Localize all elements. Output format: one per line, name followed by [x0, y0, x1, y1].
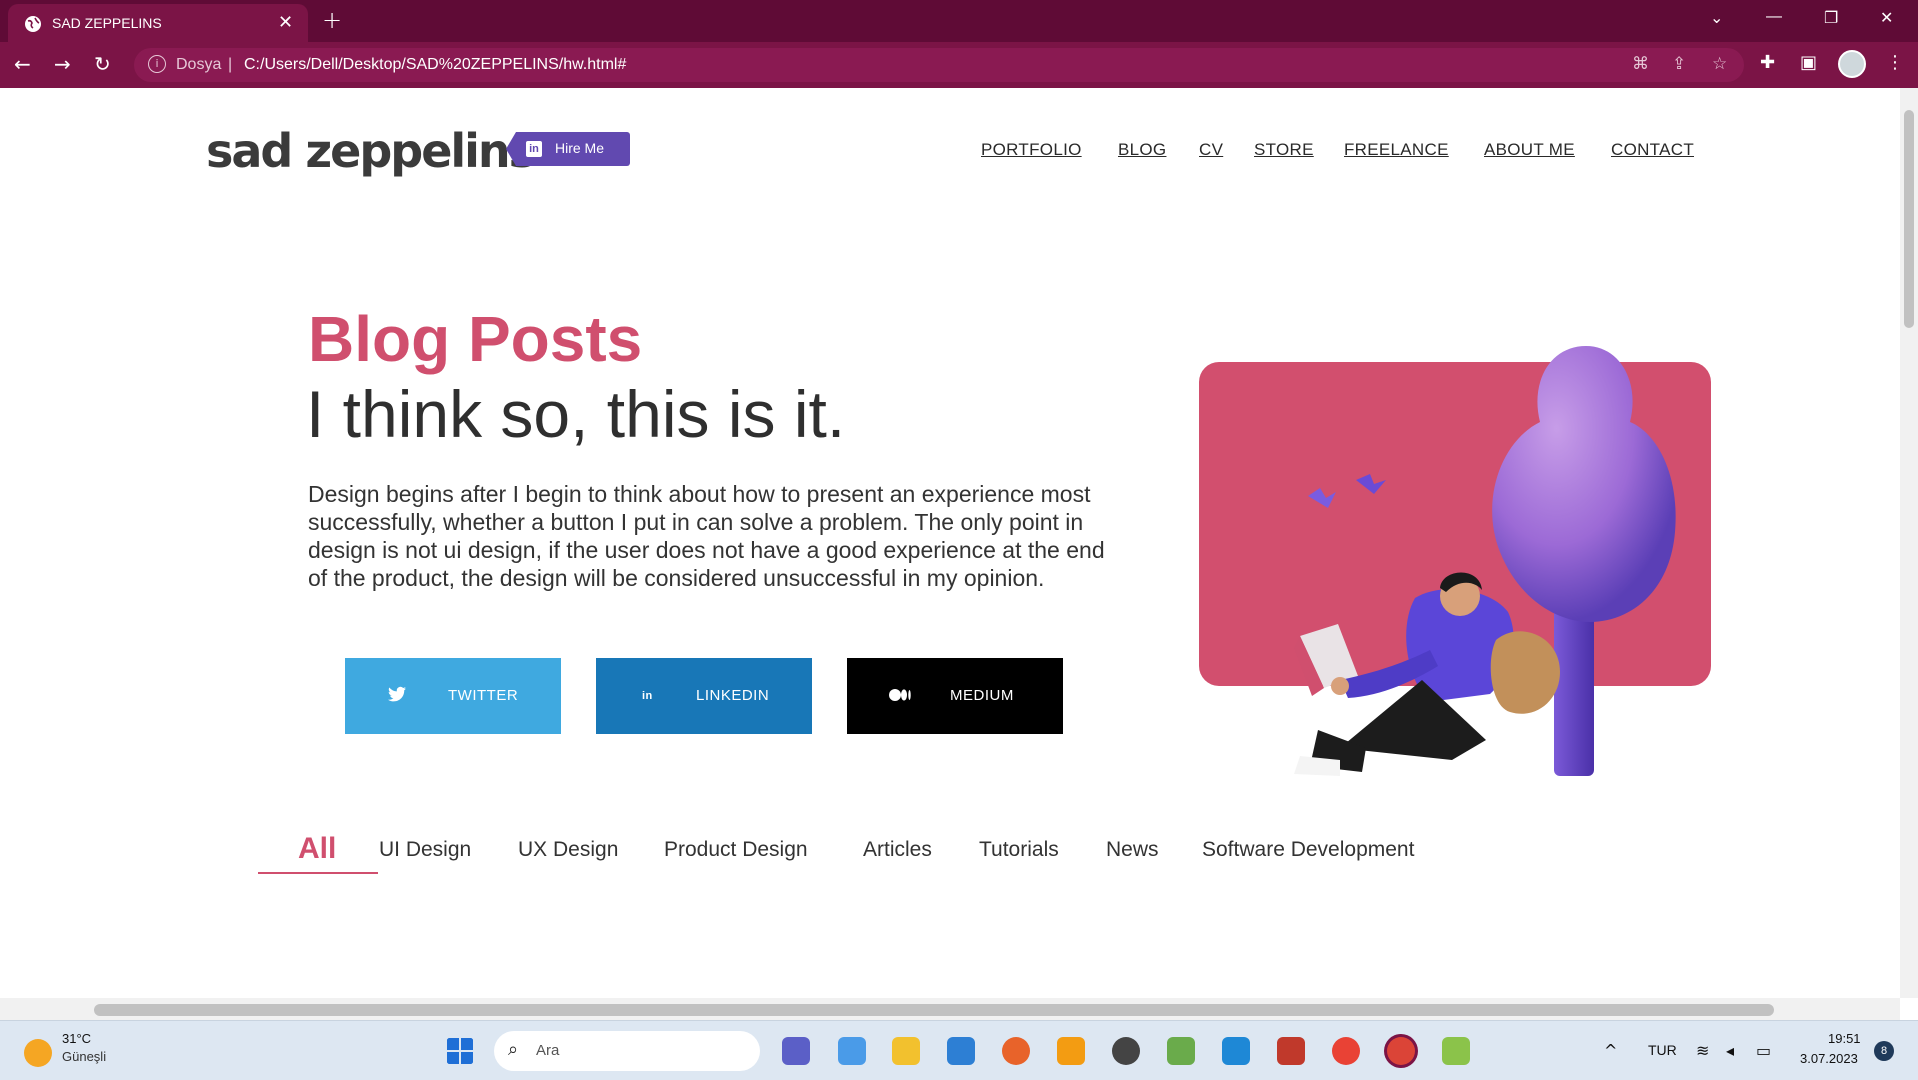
restore-icon[interactable]: ❐: [1824, 8, 1838, 28]
weather-description[interactable]: Güneşli: [62, 1049, 106, 1064]
linkedin-button[interactable]: in LINKEDIN: [596, 658, 812, 734]
nav-about-me[interactable]: ABOUT ME: [1484, 140, 1575, 160]
hero-headline: I think so, this is it.: [306, 377, 846, 451]
filter-tab-all[interactable]: All: [298, 832, 336, 866]
weather-temperature[interactable]: 31°C: [62, 1031, 91, 1046]
side-panel-icon[interactable]: ▣: [1800, 52, 1817, 73]
filter-tab-news[interactable]: News: [1106, 838, 1159, 862]
tray-expand-icon[interactable]: ^: [1604, 1041, 1617, 1060]
medium-icon: [889, 689, 911, 701]
minimize-icon[interactable]: —: [1766, 8, 1782, 26]
search-tool-icon[interactable]: [1057, 1037, 1085, 1065]
active-tab-underline: [258, 872, 378, 874]
taskbar-search[interactable]: ⌕ Ara: [494, 1031, 760, 1071]
sun-icon[interactable]: [24, 1039, 52, 1067]
filter-tab-software-development[interactable]: Software Development: [1202, 838, 1414, 862]
chat-app-icon[interactable]: [1112, 1037, 1140, 1065]
app-icon[interactable]: [1442, 1037, 1470, 1065]
nav-cv[interactable]: CV: [1199, 140, 1223, 160]
twitter-icon: [388, 686, 406, 702]
filter-tab-tutorials[interactable]: Tutorials: [979, 838, 1059, 862]
medium-button[interactable]: MEDIUM: [847, 658, 1063, 734]
horizontal-scroll-thumb[interactable]: [94, 1004, 1774, 1016]
windows-taskbar: 31°C Güneşli ⌕ Ara ^ TUR ≋ ◂ ▭ 19:51 3.0…: [0, 1020, 1918, 1080]
nav-contact[interactable]: CONTACT: [1611, 140, 1694, 160]
horizontal-scrollbar[interactable]: [0, 998, 1900, 1020]
nav-blog[interactable]: BLOG: [1118, 140, 1166, 160]
url-text[interactable]: C:/Users/Dell/Desktop/SAD%20ZEPPELINS/hw…: [244, 56, 626, 74]
linkedin-icon: in: [526, 141, 542, 157]
hero-paragraph: Design begins after I begin to think abo…: [308, 481, 1105, 591]
language-indicator[interactable]: TUR: [1648, 1042, 1677, 1058]
paint-app-icon[interactable]: [1167, 1037, 1195, 1065]
linkedin-icon: in: [642, 690, 653, 702]
profile-avatar[interactable]: [1838, 50, 1866, 78]
chrome-icon[interactable]: [1332, 1037, 1360, 1065]
info-icon[interactable]: i: [148, 55, 166, 73]
recorder-app-icon[interactable]: [1277, 1037, 1305, 1065]
microsoft-store-icon[interactable]: [838, 1037, 866, 1065]
page-title: Blog Posts: [308, 303, 643, 375]
mail-icon[interactable]: [947, 1037, 975, 1065]
wifi-icon[interactable]: ≋: [1696, 1041, 1709, 1060]
clock-date[interactable]: 3.07.2023: [1800, 1051, 1858, 1066]
browser-tab-strip: SAD ZEPPELINS ✕ + ⌄ — ❐ ✕: [0, 0, 1918, 42]
vertical-scroll-thumb[interactable]: [1904, 110, 1914, 328]
new-tab-icon[interactable]: +: [322, 6, 342, 34]
back-icon[interactable]: ←: [14, 52, 31, 76]
notification-badge[interactable]: 8: [1874, 1041, 1894, 1061]
filter-tab-articles[interactable]: Articles: [863, 838, 932, 862]
tab-title: SAD ZEPPELINS: [52, 15, 162, 31]
windows-start-icon[interactable]: [446, 1037, 474, 1065]
nav-freelance[interactable]: FREELANCE: [1344, 140, 1449, 160]
medium-label: MEDIUM: [950, 687, 1014, 704]
filter-tab-ux-design[interactable]: UX Design: [518, 838, 618, 862]
taskbar-search-placeholder: Ara: [536, 1042, 560, 1059]
twitter-label: TWITTER: [448, 687, 519, 704]
search-icon: ⌕: [508, 1039, 519, 1060]
clock-time[interactable]: 19:51: [1828, 1031, 1861, 1046]
filter-tab-product-design[interactable]: Product Design: [664, 838, 808, 862]
file-explorer-icon[interactable]: [892, 1037, 920, 1065]
filter-tab-ui-design[interactable]: UI Design: [379, 838, 471, 862]
address-bar[interactable]: i Dosya | C:/Users/Dell/Desktop/SAD%20ZE…: [134, 48, 1744, 82]
reading-person-illustration: [1199, 346, 1711, 776]
nav-store[interactable]: STORE: [1254, 140, 1314, 160]
url-scheme: Dosya: [176, 56, 222, 73]
page-viewport: sad zeppelins in Hire Me PORTFOLIO BLOG …: [0, 88, 1900, 998]
linkedin-label: LINKEDIN: [696, 687, 770, 704]
forward-icon[interactable]: →: [54, 52, 71, 76]
extensions-icon[interactable]: ✚: [1760, 52, 1775, 73]
translate-icon[interactable]: ⌘: [1632, 54, 1649, 74]
browser-toolbar: ← → ↻ i Dosya | C:/Users/Dell/Desktop/SA…: [0, 42, 1918, 88]
vertical-scrollbar[interactable]: [1900, 88, 1918, 998]
hire-me-button[interactable]: in Hire Me: [506, 132, 630, 166]
firefox-icon[interactable]: [1002, 1037, 1030, 1065]
menu-icon[interactable]: ⋮: [1886, 52, 1904, 73]
close-tab-icon[interactable]: ✕: [278, 12, 293, 33]
browser-tab[interactable]: SAD ZEPPELINS ✕: [8, 4, 308, 42]
close-window-icon[interactable]: ✕: [1880, 8, 1893, 28]
bookmark-star-icon[interactable]: ☆: [1712, 54, 1727, 74]
hire-me-label: Hire Me: [555, 140, 605, 156]
url-divider: |: [228, 56, 233, 73]
nav-portfolio[interactable]: PORTFOLIO: [981, 140, 1082, 160]
battery-icon[interactable]: ▭: [1756, 1041, 1771, 1060]
teams-chat-icon[interactable]: [782, 1037, 810, 1065]
tab-search-icon[interactable]: ⌄: [1710, 8, 1723, 28]
share-icon[interactable]: ⇪: [1672, 54, 1686, 74]
site-logo[interactable]: sad zeppelins: [206, 124, 536, 178]
chrome-profile-icon[interactable]: [1387, 1037, 1415, 1065]
globe-icon: [25, 16, 41, 32]
reload-icon[interactable]: ↻: [94, 52, 111, 76]
volume-icon[interactable]: ◂: [1726, 1041, 1734, 1060]
vscode-icon[interactable]: [1222, 1037, 1250, 1065]
twitter-button[interactable]: TWITTER: [345, 658, 561, 734]
